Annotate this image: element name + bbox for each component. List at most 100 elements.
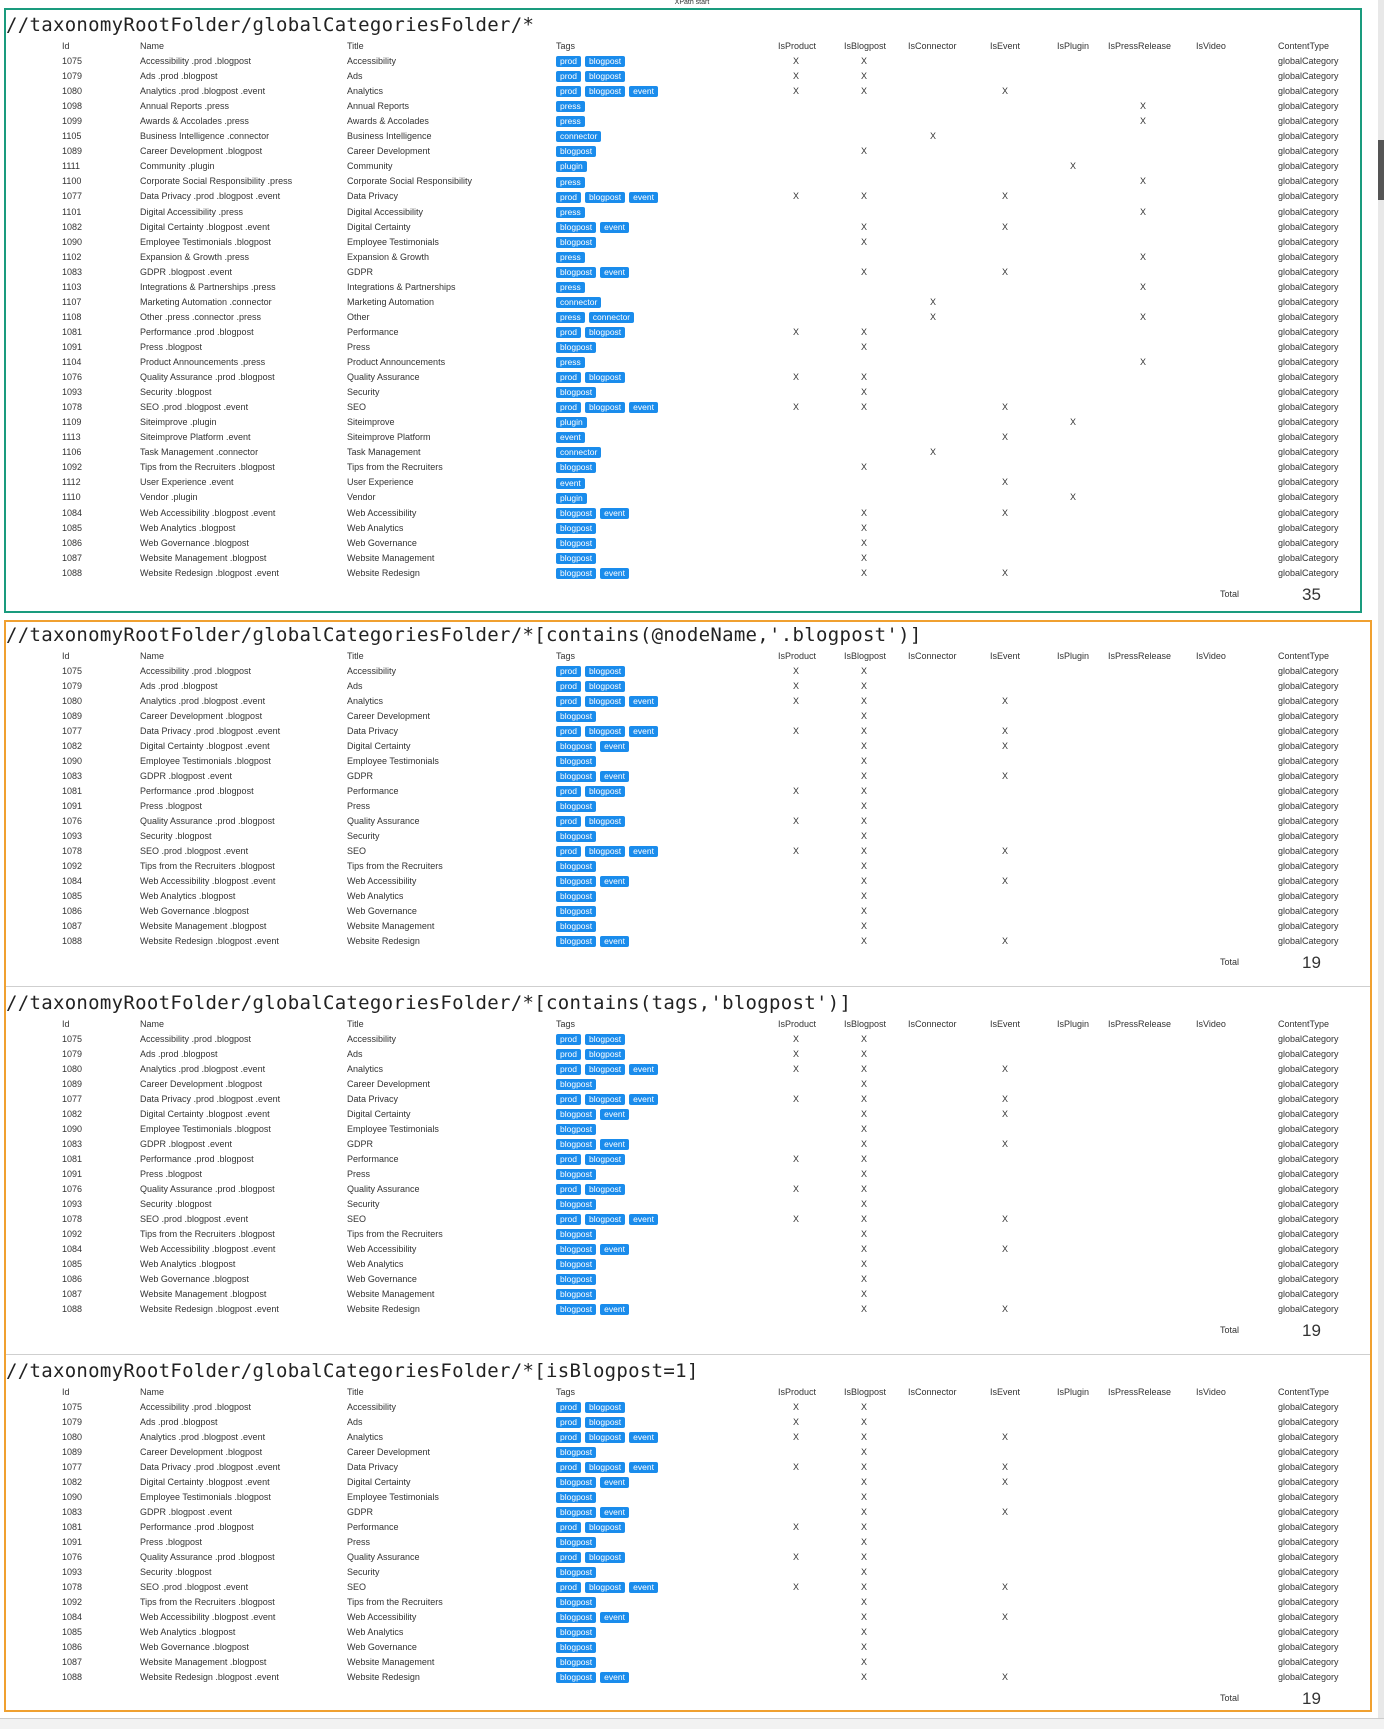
table-row[interactable]: 1075 Accessibility .prod .blogpost Accessi… [6, 1400, 1356, 1415]
table-row[interactable]: 1113 Siteimprove Platform .event Siteimpro… [6, 430, 1356, 445]
table-row[interactable]: 1083 GDPR .blogpost .event GDPR blogpost eve… [6, 769, 1356, 784]
table-row[interactable]: 1110 Vendor .plugin Vendor plugin XglobalCat… [6, 490, 1356, 505]
table-row[interactable]: 1084 Web Accessibility .blogpost .event We… [6, 1242, 1356, 1257]
table-row[interactable]: 1089 Career Development .blogpost Career D… [6, 1077, 1356, 1092]
table-row[interactable]: 1093 Security .blogpost Security blogpost Xg… [6, 1565, 1356, 1580]
table-row[interactable]: 1077 Data Privacy .prod .blogpost .event D… [6, 189, 1356, 204]
table-row[interactable]: 1090 Employee Testimonials .blogpost Emplo… [6, 1122, 1356, 1137]
table-row[interactable]: 1099 Awards & Accolades .press Awards & Ac… [6, 114, 1356, 129]
table-row[interactable]: 1098 Annual Reports .press Annual Reports p… [6, 99, 1356, 114]
table-row[interactable]: 1088 Website Redesign .blogpost .event Web… [6, 934, 1356, 949]
table-row[interactable]: 1079 Ads .prod .blogpost Ads prod blogpost X X… [6, 1415, 1356, 1430]
table-row[interactable]: 1076 Quality Assurance .prod .blogpost Qua… [6, 1182, 1356, 1197]
table-row[interactable]: 1086 Web Governance .blogpost Web Governan… [6, 536, 1356, 551]
row-id: 1084 [62, 1244, 83, 1254]
table-row[interactable]: 1085 Web Analytics .blogpost Web Analytics… [6, 1625, 1356, 1640]
table-row[interactable]: 1093 Security .blogpost Security blogpost Xg… [6, 385, 1356, 400]
row-id: 1075 [62, 56, 83, 66]
table-row[interactable]: 1086 Web Governance .blogpost Web Governan… [6, 1272, 1356, 1287]
table-row[interactable]: 1077 Data Privacy .prod .blogpost .event D… [6, 724, 1356, 739]
table-row[interactable]: 1081 Performance .prod .blogpost Performan… [6, 1152, 1356, 1167]
table-row[interactable]: 1090 Employee Testimonials .blogpost Emplo… [6, 1490, 1356, 1505]
table-row[interactable]: 1091 Press .blogpost Press blogpost XglobalC… [6, 1535, 1356, 1550]
table-row[interactable]: 1102 Expansion & Growth .press Expansion &… [6, 250, 1356, 265]
table-row[interactable]: 1090 Employee Testimonials .blogpost Emplo… [6, 235, 1356, 250]
table-row[interactable]: 1087 Website Management .blogpost Website … [6, 1287, 1356, 1302]
table-row[interactable]: 1101 Digital Accessibility .press Digital … [6, 205, 1356, 220]
table-row[interactable]: 1089 Career Development .blogpost Career D… [6, 144, 1356, 159]
table-row[interactable]: 1088 Website Redesign .blogpost .event Web… [6, 566, 1356, 581]
table-row[interactable]: 1093 Security .blogpost Security blogpost Xg… [6, 829, 1356, 844]
table-row[interactable]: 1085 Web Analytics .blogpost Web Analytics… [6, 889, 1356, 904]
table-row[interactable]: 1085 Web Analytics .blogpost Web Analytics… [6, 521, 1356, 536]
total-label: Total [1220, 1325, 1240, 1335]
table-row[interactable]: 1092 Tips from the Recruiters .blogpost Ti… [6, 859, 1356, 874]
table-row[interactable]: 1075 Accessibility .prod .blogpost Accessi… [6, 664, 1356, 679]
table-row[interactable]: 1108 Other .press .connector .press Other p… [6, 310, 1356, 325]
table-row[interactable]: 1083 GDPR .blogpost .event GDPR blogpost eve… [6, 265, 1356, 280]
scrollbar-thumb[interactable] [1378, 140, 1384, 200]
row-title: Ads [347, 681, 363, 691]
table-row[interactable]: 1106 Task Management .connector Task Manag… [6, 445, 1356, 460]
table-row[interactable]: 1079 Ads .prod .blogpost Ads prod blogpost X X… [6, 1047, 1356, 1062]
table-row[interactable]: 1085 Web Analytics .blogpost Web Analytics… [6, 1257, 1356, 1272]
table-row[interactable]: 1078 SEO .prod .blogpost .event SEO prod blo… [6, 844, 1356, 859]
table-row[interactable]: 1109 Siteimprove .plugin Siteimprove plugin… [6, 415, 1356, 430]
table-row[interactable]: 1112 User Experience .event User Experienc… [6, 475, 1356, 490]
table-row[interactable]: 1103 Integrations & Partnerships .press In… [6, 280, 1356, 295]
table-row[interactable]: 1105 Business Intelligence .connector Busi… [6, 129, 1356, 144]
vertical-scrollbar[interactable] [1378, 0, 1384, 1718]
row-title: Web Accessibility [347, 1612, 417, 1622]
table-row[interactable]: 1079 Ads .prod .blogpost Ads prod blogpost X X… [6, 69, 1356, 84]
table-row[interactable]: 1093 Security .blogpost Security blogpost Xg… [6, 1197, 1356, 1212]
table-row[interactable]: 1104 Product Announcements .press Product … [6, 355, 1356, 370]
table-row[interactable]: 1092 Tips from the Recruiters .blogpost Ti… [6, 1227, 1356, 1242]
table-row[interactable]: 1084 Web Accessibility .blogpost .event We… [6, 506, 1356, 521]
table-row[interactable]: 1078 SEO .prod .blogpost .event SEO prod blo… [6, 1212, 1356, 1227]
table-row[interactable]: 1082 Digital Certainty .blogpost .event Di… [6, 1475, 1356, 1490]
table-row[interactable]: 1089 Career Development .blogpost Career D… [6, 1445, 1356, 1460]
table-row[interactable]: 1082 Digital Certainty .blogpost .event Di… [6, 1107, 1356, 1122]
table-row[interactable]: 1088 Website Redesign .blogpost .event Web… [6, 1302, 1356, 1317]
table-row[interactable]: 1080 Analytics .prod .blogpost .event Anal… [6, 1430, 1356, 1445]
table-row[interactable]: 1100 Corporate Social Responsibility .pre… [6, 174, 1356, 189]
table-row[interactable]: 1076 Quality Assurance .prod .blogpost Qua… [6, 814, 1356, 829]
table-row[interactable]: 1075 Accessibility .prod .blogpost Accessi… [6, 54, 1356, 69]
table-row[interactable]: 1080 Analytics .prod .blogpost .event Anal… [6, 84, 1356, 99]
table-row[interactable]: 1087 Website Management .blogpost Website … [6, 551, 1356, 566]
table-row[interactable]: 1077 Data Privacy .prod .blogpost .event D… [6, 1092, 1356, 1107]
table-row[interactable]: 1086 Web Governance .blogpost Web Governan… [6, 1640, 1356, 1655]
table-row[interactable]: 1087 Website Management .blogpost Website … [6, 919, 1356, 934]
table-row[interactable]: 1077 Data Privacy .prod .blogpost .event D… [6, 1460, 1356, 1475]
table-row[interactable]: 1111 Community .plugin Community plugin Xglo… [6, 159, 1356, 174]
table-row[interactable]: 1079 Ads .prod .blogpost Ads prod blogpost X X… [6, 679, 1356, 694]
table-row[interactable]: 1091 Press .blogpost Press blogpost XglobalC… [6, 340, 1356, 355]
table-row[interactable]: 1087 Website Management .blogpost Website … [6, 1655, 1356, 1670]
table-row[interactable]: 1080 Analytics .prod .blogpost .event Anal… [6, 1062, 1356, 1077]
table-row[interactable]: 1090 Employee Testimonials .blogpost Emplo… [6, 754, 1356, 769]
table-row[interactable]: 1086 Web Governance .blogpost Web Governan… [6, 904, 1356, 919]
table-row[interactable]: 1088 Website Redesign .blogpost .event Web… [6, 1670, 1356, 1685]
table-row[interactable]: 1076 Quality Assurance .prod .blogpost Qua… [6, 370, 1356, 385]
table-row[interactable]: 1075 Accessibility .prod .blogpost Accessi… [6, 1032, 1356, 1047]
table-row[interactable]: 1089 Career Development .blogpost Career D… [6, 709, 1356, 724]
table-row[interactable]: 1080 Analytics .prod .blogpost .event Anal… [6, 694, 1356, 709]
table-row[interactable]: 1083 GDPR .blogpost .event GDPR blogpost eve… [6, 1137, 1356, 1152]
table-row[interactable]: 1091 Press .blogpost Press blogpost XglobalC… [6, 799, 1356, 814]
table-row[interactable]: 1091 Press .blogpost Press blogpost XglobalC… [6, 1167, 1356, 1182]
row-id: 1077 [62, 191, 83, 202]
table-row[interactable]: 1082 Digital Certainty .blogpost .event Di… [6, 739, 1356, 754]
table-row[interactable]: 1081 Performance .prod .blogpost Performan… [6, 784, 1356, 799]
table-row[interactable]: 1107 Marketing Automation .connector Marke… [6, 295, 1356, 310]
table-row[interactable]: 1078 SEO .prod .blogpost .event SEO prod blo… [6, 1580, 1356, 1595]
table-row[interactable]: 1082 Digital Certainty .blogpost .event Di… [6, 220, 1356, 235]
table-row[interactable]: 1081 Performance .prod .blogpost Performan… [6, 1520, 1356, 1535]
table-row[interactable]: 1078 SEO .prod .blogpost .event SEO prod blo… [6, 400, 1356, 415]
table-row[interactable]: 1081 Performance .prod .blogpost Performan… [6, 325, 1356, 340]
table-row[interactable]: 1084 Web Accessibility .blogpost .event We… [6, 874, 1356, 889]
table-row[interactable]: 1083 GDPR .blogpost .event GDPR blogpost eve… [6, 1505, 1356, 1520]
table-row[interactable]: 1092 Tips from the Recruiters .blogpost Ti… [6, 460, 1356, 475]
table-row[interactable]: 1084 Web Accessibility .blogpost .event We… [6, 1610, 1356, 1625]
table-row[interactable]: 1076 Quality Assurance .prod .blogpost Qua… [6, 1550, 1356, 1565]
table-row[interactable]: 1092 Tips from the Recruiters .blogpost Ti… [6, 1595, 1356, 1610]
